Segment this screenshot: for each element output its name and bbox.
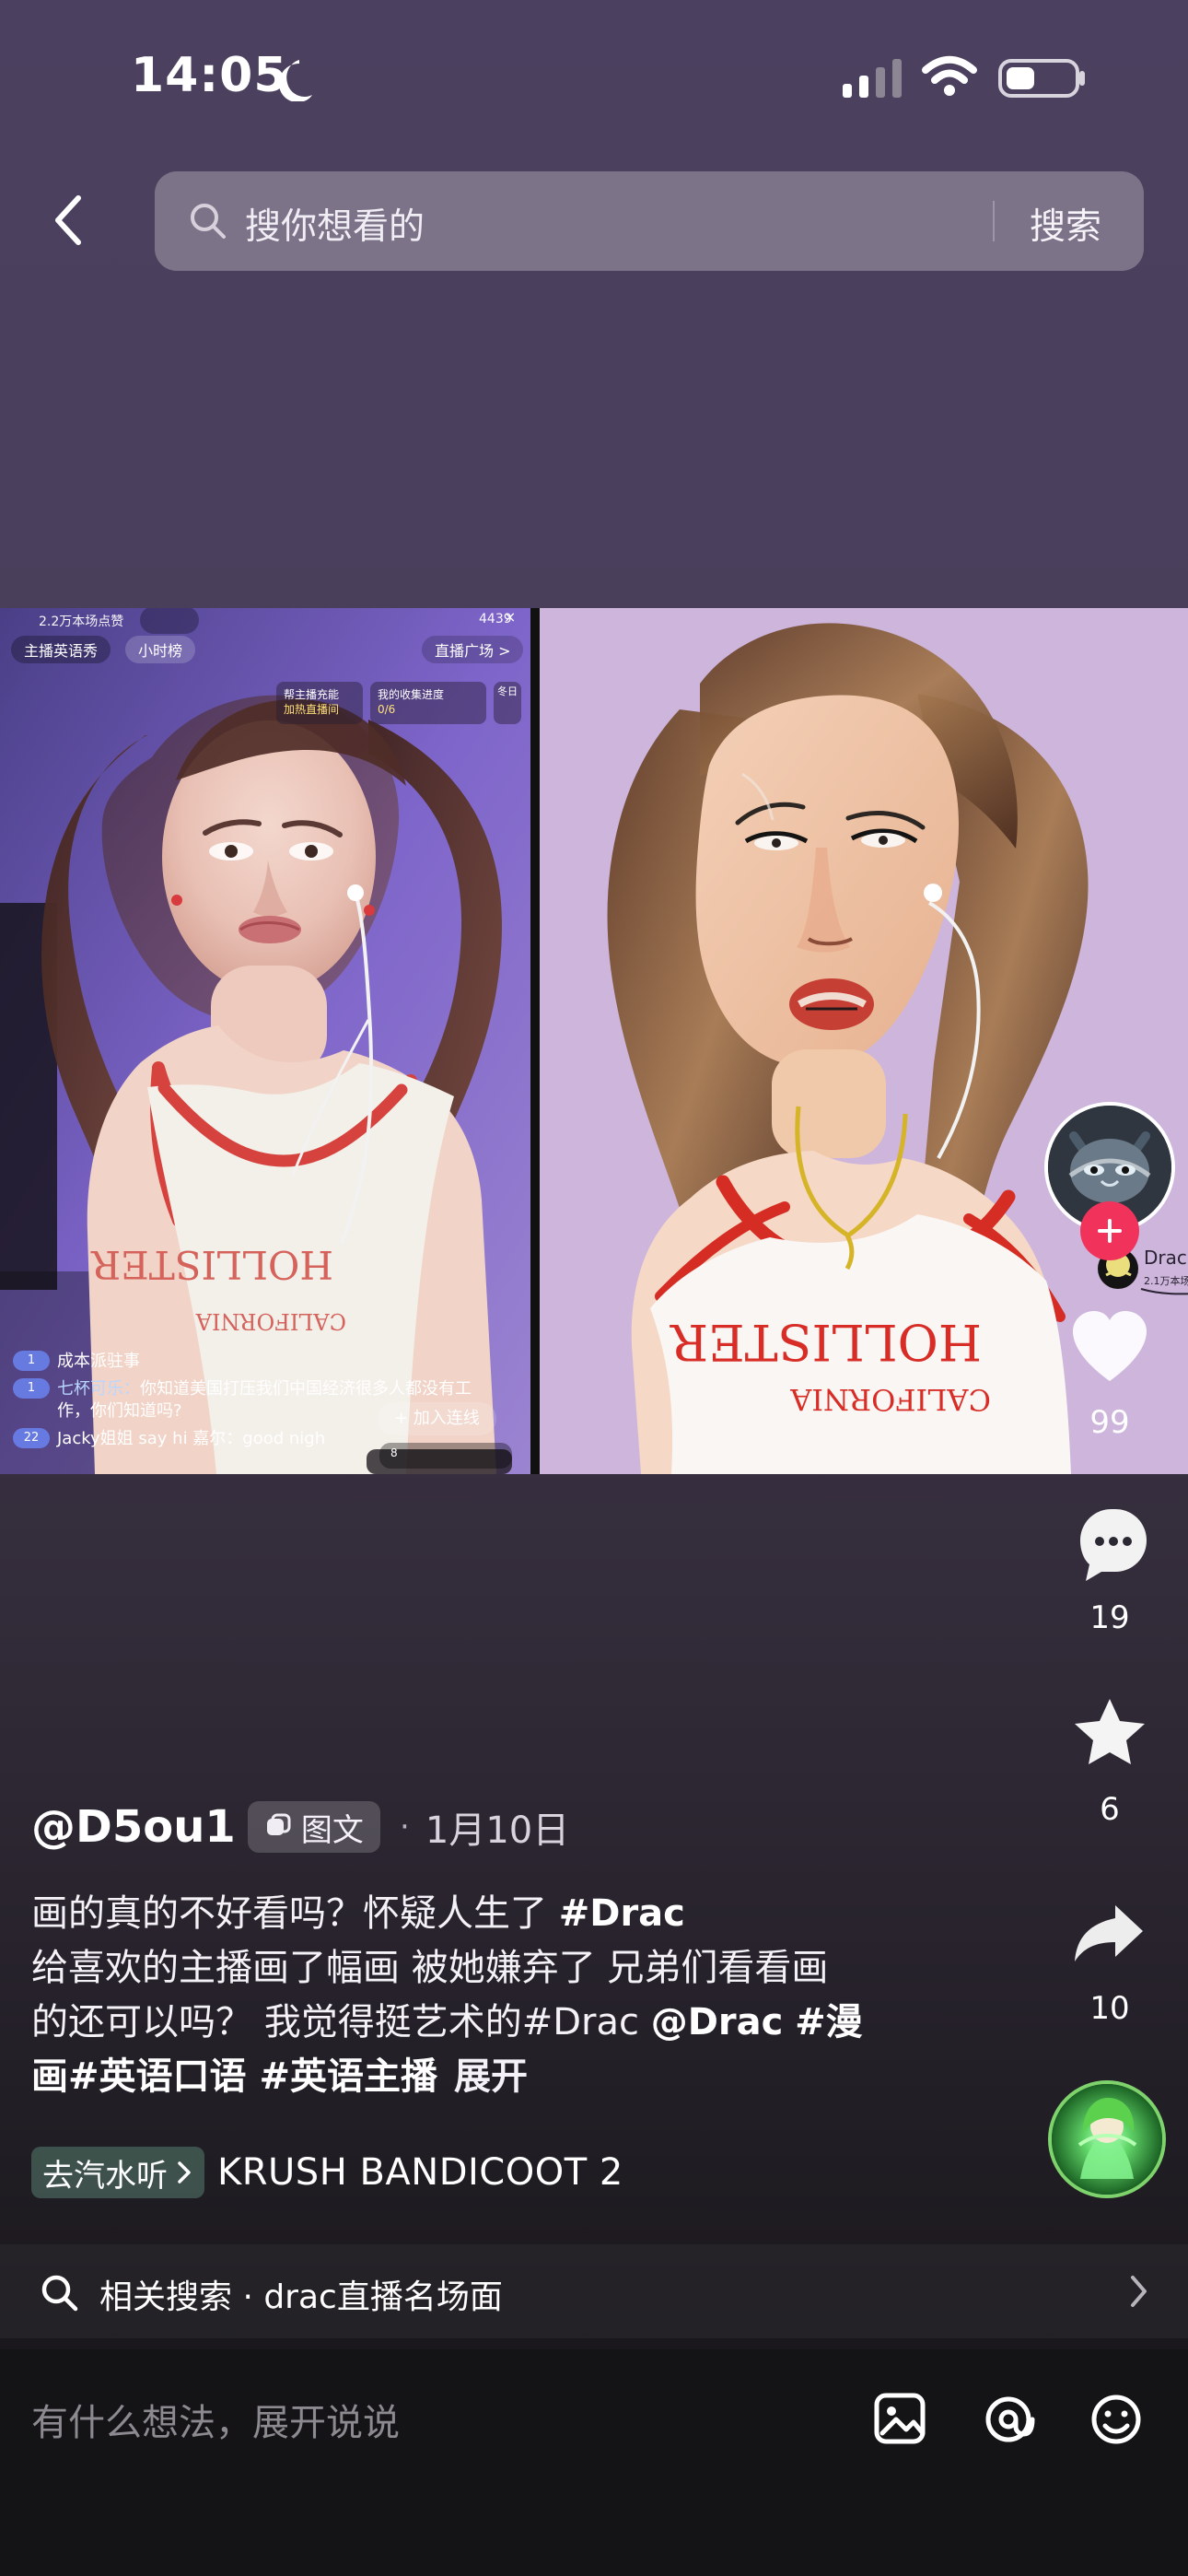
signal-icon: [843, 59, 902, 98]
mention-icon[interactable]: [977, 2388, 1040, 2451]
heart-icon: [1073, 1311, 1147, 1381]
caption-tag-drac[interactable]: #Drac: [559, 1892, 685, 1935]
search-placeholder: 搜你想看的: [245, 206, 425, 248]
live-bottom-chip-value: 8: [390, 1446, 398, 1459]
listen-on-qishui-button[interactable]: 去汽水听: [31, 2147, 204, 2198]
listen-on-qishui-label: 去汽水听: [42, 2157, 168, 2195]
post-type-chip: 图文: [247, 1801, 380, 1853]
post-type-label: 图文: [300, 1811, 364, 1849]
live-close-icon: ×: [504, 608, 517, 626]
comment-user: 七杯可乐: [57, 1379, 123, 1399]
post-media-gallery[interactable]: HOLLISTER CALIFORNIA 2.2万本场点赞 主播英语秀 小时榜 …: [0, 608, 1188, 1474]
music-track-name[interactable]: KRUSH BANDICOOT 2: [217, 2151, 623, 2194]
post-username[interactable]: @D5ou1: [31, 1797, 236, 1857]
comment-level-badge: 22: [13, 1428, 50, 1448]
comment-count: 19: [1089, 1599, 1130, 1636]
share-icon: [1075, 1905, 1143, 1961]
caption-tags[interactable]: 画#英语口语 #英语主播: [31, 2055, 437, 2098]
caption-tag-manhua[interactable]: #漫: [795, 2001, 863, 2043]
caption-text: 画的真的不好看吗？怀疑人生了: [31, 1892, 559, 1935]
emoji-icon[interactable]: [1085, 2388, 1147, 2451]
share-action[interactable]: 10: [1031, 1889, 1188, 2027]
left-live-screenshot: HOLLISTER CALIFORNIA 2.2万本场点赞 主播英语秀 小时榜 …: [0, 608, 530, 1474]
status-time: 14:05: [131, 48, 288, 103]
live-top-overlay: 2.2万本场点赞 主播英语秀 小时榜 4439 × 直播广场 > 帮主播充能 加…: [0, 608, 530, 724]
caption-text: 的还可以吗？ 我觉得挺艺术的#Drac: [31, 2001, 651, 2043]
live-progress-value: 0/6: [378, 703, 396, 716]
favorite-action[interactable]: 6: [1031, 1690, 1188, 1828]
image-icon[interactable]: [869, 2388, 932, 2451]
related-search-label: 相关搜索 · drac直播名场面: [99, 2278, 503, 2316]
live-host-chip: 主播英语秀: [11, 636, 111, 663]
image-post-icon: [266, 1813, 291, 1835]
wifi-icon: [922, 55, 977, 96]
live-join-chip: + 加入连线: [378, 1402, 496, 1435]
meta-separator: ·: [399, 1809, 410, 1845]
back-button[interactable]: [41, 188, 96, 252]
streamer-photo: HOLLISTER CALIFORNIA: [0, 608, 530, 1474]
live-energy-title: 帮主播充能: [284, 688, 340, 701]
plus-icon: [1098, 1219, 1122, 1243]
comment-input[interactable]: 有什么想法，展开说说: [31, 2386, 786, 2460]
share-count: 10: [1089, 1990, 1130, 2027]
comment-level-badge: 1: [13, 1351, 50, 1371]
live-progress-panel: 我的收集进度 0/6: [370, 682, 486, 724]
like-action[interactable]: 99: [1031, 1303, 1188, 1441]
post-meta: @D5ou1 图文 · 1月10日: [31, 1797, 1007, 1857]
svg-text:HOLLISTER: HOLLISTER: [90, 1242, 333, 1287]
music-row: 去汽水听 KRUSH BANDICOOT 2: [31, 2143, 952, 2202]
follow-button[interactable]: [1080, 1201, 1139, 1260]
live-energy-panel: 帮主播充能 加热直播间: [276, 682, 363, 724]
caption-mention[interactable]: @Drac: [651, 2001, 784, 2043]
live-coin-chip: [140, 608, 199, 634]
caption-line-1: 画的真的不好看吗？怀疑人生了 #Drac: [31, 1887, 980, 1941]
comment-level-badge: 1: [13, 1378, 50, 1399]
comment-text: Jacky姐姐 say hi 嘉尔：good nigh: [57, 1429, 326, 1448]
caption-line-2: 给喜欢的主播画了幅画 被她嫌弃了 兄弟们看看画: [31, 1947, 829, 1989]
photo-divider: [530, 608, 540, 1474]
live-energy-subtitle: 加热直播间: [284, 703, 340, 716]
caption-line-3: 的还可以吗？ 我觉得挺艺术的#Drac @Drac #漫: [31, 1996, 980, 2050]
caption-line-4: 画#英语口语 #英语主播 展开: [31, 2050, 980, 2104]
comment-text: 成本派驻事: [57, 1352, 140, 1371]
search-submit-button[interactable]: 搜索: [1030, 198, 1101, 250]
chevron-right-icon: [178, 2161, 191, 2184]
comment-bar: 有什么想法，展开说说: [0, 2349, 1188, 2576]
search-header: 搜你想看的 搜索: [0, 162, 1188, 282]
search-icon: [191, 204, 226, 239]
expand-caption-button[interactable]: 展开: [454, 2055, 528, 2098]
comment-icon: [1080, 1509, 1147, 1581]
comment-action[interactable]: 19: [1031, 1498, 1188, 1636]
caption-space: [783, 2001, 795, 2043]
music-disc-avatar[interactable]: [1048, 2080, 1166, 2198]
post-caption: 画的真的不好看吗？怀疑人生了 #Drac 给喜欢的主播画了幅画 被她嫌弃了 兄弟…: [31, 1887, 980, 2104]
live-winter-panel: 冬日: [494, 682, 521, 724]
music-cover-image: [1052, 2084, 1162, 2195]
svg-text:CALIFORNIA: CALIFORNIA: [789, 1382, 991, 1417]
search-divider: [993, 201, 995, 241]
related-search-row[interactable]: 相关搜索 · drac直播名场面: [0, 2244, 1188, 2338]
related-search-icon: [41, 2275, 78, 2312]
live-plaza-chip: 直播广场 >: [422, 636, 523, 663]
favorite-count: 6: [1100, 1791, 1120, 1828]
live-top-left-stat: 2.2万本场点赞: [39, 615, 124, 629]
comment-separator: ：: [123, 1379, 140, 1399]
star-icon: [1075, 1699, 1145, 1764]
battery-icon: [998, 59, 1085, 98]
live-hour-chip: 小时榜: [125, 636, 196, 663]
live-bottom-chip: 8: [379, 1443, 512, 1469]
live-comment-row: 1 成本派驻事: [13, 1351, 473, 1373]
search-input[interactable]: 搜你想看的 搜索: [155, 171, 1144, 271]
live-progress-title: 我的收集进度: [378, 688, 445, 701]
chevron-right-icon: [1131, 2276, 1147, 2307]
like-count: 99: [1089, 1404, 1130, 1441]
svg-text:HOLLISTER: HOLLISTER: [670, 1313, 982, 1371]
svg-text:CALIFORNIA: CALIFORNIA: [195, 1308, 346, 1334]
back-icon: [55, 195, 81, 245]
status-bar: 14:05: [0, 0, 1188, 157]
moon-icon: [279, 60, 312, 101]
post-date: 1月10日: [425, 1809, 570, 1852]
side-actions: 99 19 6 10: [1031, 1102, 1188, 2198]
